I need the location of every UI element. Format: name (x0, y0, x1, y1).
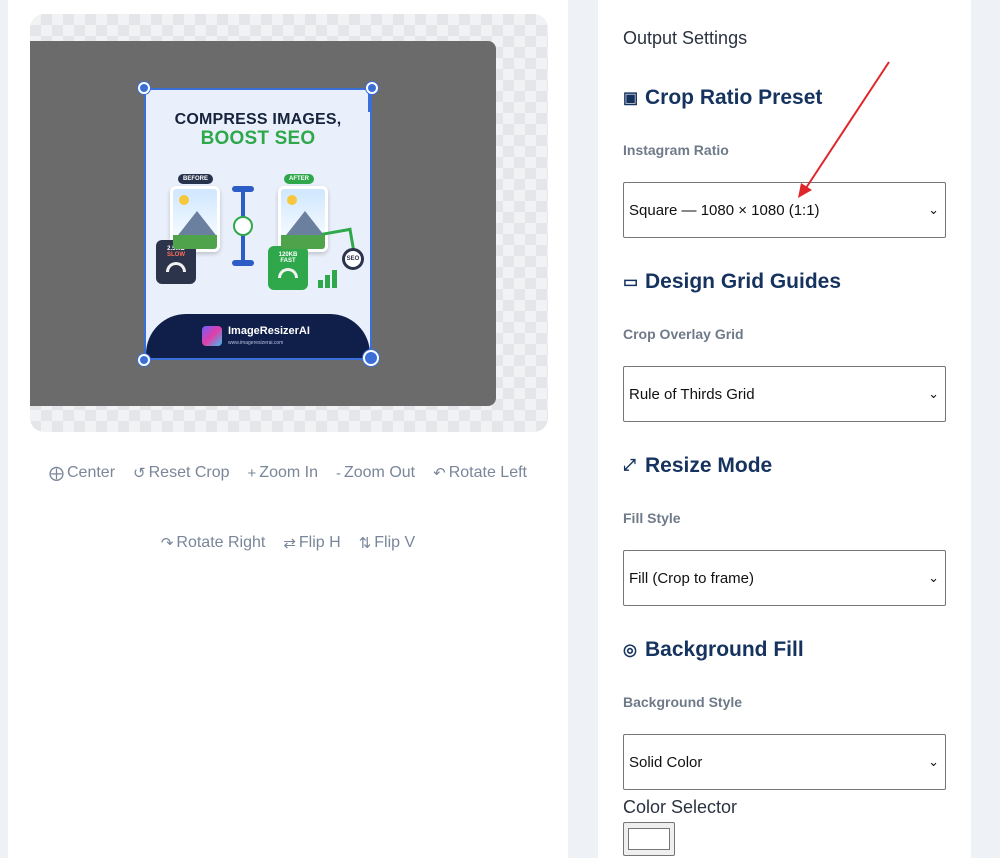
before-photo-icon (170, 186, 220, 252)
crop-handle-top-left[interactable] (138, 82, 150, 94)
chevron-down-icon: ⌄ (928, 754, 939, 769)
seo-magnifier-icon: SEO (342, 248, 364, 270)
crosshair-icon: ⨁ (49, 465, 64, 482)
compress-clamp-icon (232, 186, 254, 266)
flip-horizontal-button[interactable]: ⇄ Flip H (281, 534, 342, 552)
color-selector-label: Color Selector (623, 797, 738, 817)
preview-headline: COMPRESS IMAGES, BOOST SEO (174, 111, 342, 149)
output-settings-panel: Output Settings ▣ Crop Ratio Preset Inst… (598, 0, 971, 858)
zoom-in-button[interactable]: + Zoom In (246, 464, 320, 482)
crop-overlay-grid-label: Crop Overlay Grid (623, 326, 744, 342)
zoom-out-button[interactable]: - Zoom Out (334, 464, 417, 482)
fill-style-select[interactable]: Fill (Crop to frame) ⌄ (623, 550, 946, 606)
crop-toolbar-row-1: ⨁ Center ↺ Reset Crop + Zoom In - Zoom O… (8, 464, 568, 482)
crop-overlay-grid-select[interactable]: Rule of Thirds Grid ⌄ (623, 366, 946, 422)
rotate-left-button[interactable]: ↶ Rotate Left (431, 464, 529, 482)
rotate-right-icon: ↷ (160, 535, 174, 552)
fast-gauge-icon: 120KB FAST (268, 246, 308, 290)
resize-mode-heading: ⤢ Resize Mode (623, 454, 773, 477)
brand-url: www.imageresizerai.com (228, 340, 284, 346)
design-grid-heading: ▭ Design Grid Guides (623, 270, 842, 293)
fill-style-label: Fill Style (623, 510, 681, 526)
settings-title: Output Settings (623, 28, 748, 48)
expand-icon: ⤢ (623, 457, 636, 474)
palette-icon: ◎ (623, 642, 637, 659)
crop-edge-handle-right[interactable] (368, 94, 372, 112)
after-photo-icon (278, 186, 328, 252)
image-editor-panel: COMPRESS IMAGES, BOOST SEO BEFORE AFTER … (8, 0, 568, 858)
flip-horizontal-icon: ⇄ (283, 535, 296, 552)
before-tag: BEFORE (178, 174, 214, 184)
chevron-down-icon: ⌄ (928, 570, 939, 585)
crop-ratio-heading: ▣ Crop Ratio Preset (623, 86, 823, 109)
color-swatch-preview (628, 828, 670, 850)
flip-vertical-button[interactable]: ⇅ Flip V (357, 534, 417, 552)
reset-icon: ↺ (133, 465, 146, 482)
brand-footer: ImageResizerAI www.imageresizerai.com (146, 314, 370, 358)
color-selector-input[interactable] (623, 822, 675, 856)
chevron-down-icon: ⌄ (928, 386, 939, 401)
image-icon: ▣ (623, 90, 639, 107)
crop-toolbar-row-2: ↷ Rotate Right ⇄ Flip H ⇅ Flip V (8, 534, 568, 552)
chevron-down-icon: ⌄ (928, 202, 939, 217)
crop-handle-bottom-right[interactable] (363, 350, 379, 366)
brand-logo-icon (202, 326, 222, 346)
instagram-ratio-select[interactable]: Square — 1080 × 1080 (1:1) ⌄ (623, 182, 946, 238)
rotate-left-icon: ↶ (433, 465, 446, 482)
instagram-ratio-label: Instagram Ratio (623, 142, 729, 158)
crop-handle-top-right[interactable] (366, 82, 378, 94)
crop-handle-bottom-left[interactable] (138, 354, 150, 366)
plus-icon: + (247, 464, 257, 482)
reset-crop-button[interactable]: ↺ Reset Crop (131, 464, 232, 482)
flip-vertical-icon: ⇅ (358, 535, 372, 552)
monitor-icon: ▭ (623, 274, 639, 291)
center-button[interactable]: ⨁ Center (47, 464, 117, 482)
background-style-select[interactable]: Solid Color ⌄ (623, 734, 946, 790)
crop-selection-box[interactable]: COMPRESS IMAGES, BOOST SEO BEFORE AFTER … (144, 88, 372, 360)
background-fill-heading: ◎ Background Fill (623, 638, 804, 661)
minus-icon: - (335, 464, 341, 482)
background-style-label: Background Style (623, 694, 743, 710)
rotate-right-button[interactable]: ↷ Rotate Right (159, 534, 268, 552)
brand-name: ImageResizerAI (228, 325, 310, 337)
after-tag: AFTER (284, 174, 314, 184)
transparency-checkerboard: COMPRESS IMAGES, BOOST SEO BEFORE AFTER … (30, 14, 548, 432)
